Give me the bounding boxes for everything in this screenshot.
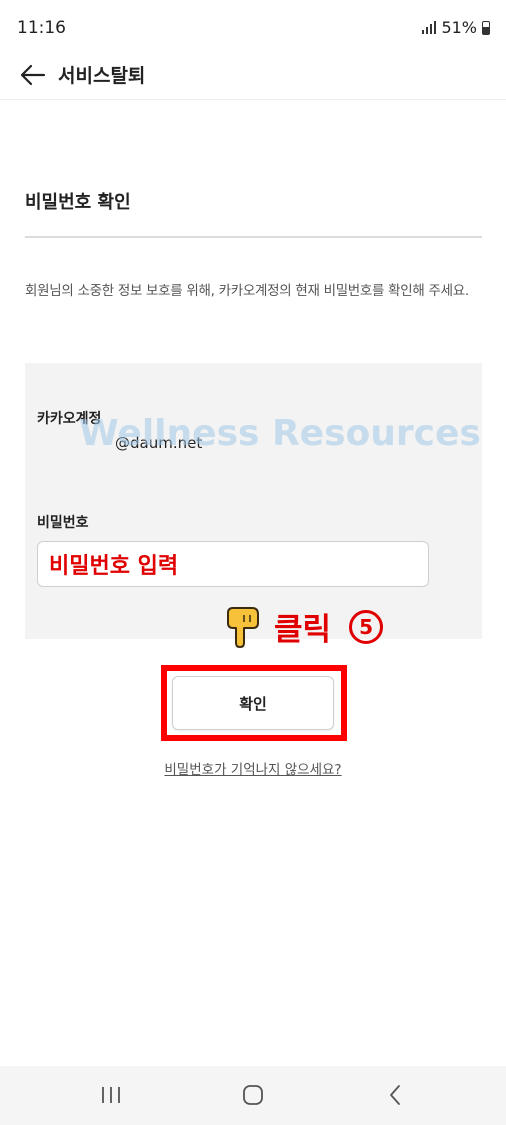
- step-number-badge: 5: [349, 609, 384, 644]
- confirm-button[interactable]: 확인: [172, 676, 334, 730]
- password-label: 비밀번호: [37, 515, 89, 531]
- recent-apps-icon: [102, 1087, 120, 1103]
- back-icon: [390, 1085, 400, 1105]
- status-time: 11:16: [17, 18, 66, 38]
- system-nav-bar: [0, 1066, 506, 1125]
- password-field[interactable]: 비밀번호 입력: [37, 541, 429, 587]
- battery-percent: 51%: [441, 18, 477, 37]
- watermark-text: Wellness Resources: [79, 413, 481, 454]
- nav-back-button[interactable]: [375, 1078, 415, 1112]
- signal-icon: [422, 21, 437, 34]
- recent-apps-button[interactable]: [91, 1078, 131, 1112]
- back-button[interactable]: [18, 60, 48, 90]
- battery-icon: [482, 20, 490, 35]
- section-title: 비밀번호 확인: [25, 192, 131, 213]
- section-divider: [25, 236, 482, 238]
- home-button[interactable]: [233, 1078, 273, 1112]
- click-label: 클릭: [274, 612, 332, 648]
- arrow-left-icon: [20, 64, 46, 86]
- form-panel: 카카오계정 @daum.net Wellness Resources 비밀번호 …: [25, 363, 482, 639]
- home-icon: [243, 1085, 263, 1105]
- description-text: 회원님의 소중한 정보 보호를 위해, 카카오계정의 현재 비밀번호를 확인해 …: [25, 283, 469, 299]
- status-indicators: 51%: [422, 18, 490, 37]
- click-annotation: 클릭 5: [222, 604, 384, 649]
- password-input[interactable]: [38, 542, 428, 586]
- forgot-password-link[interactable]: 비밀번호가 기억나지 않으세요?: [0, 758, 506, 778]
- app-header: 서비스탈퇴: [0, 52, 506, 100]
- status-bar: 11:16 51%: [0, 0, 506, 52]
- pointing-hand-icon: [227, 606, 259, 648]
- page-title: 서비스탈퇴: [58, 65, 146, 87]
